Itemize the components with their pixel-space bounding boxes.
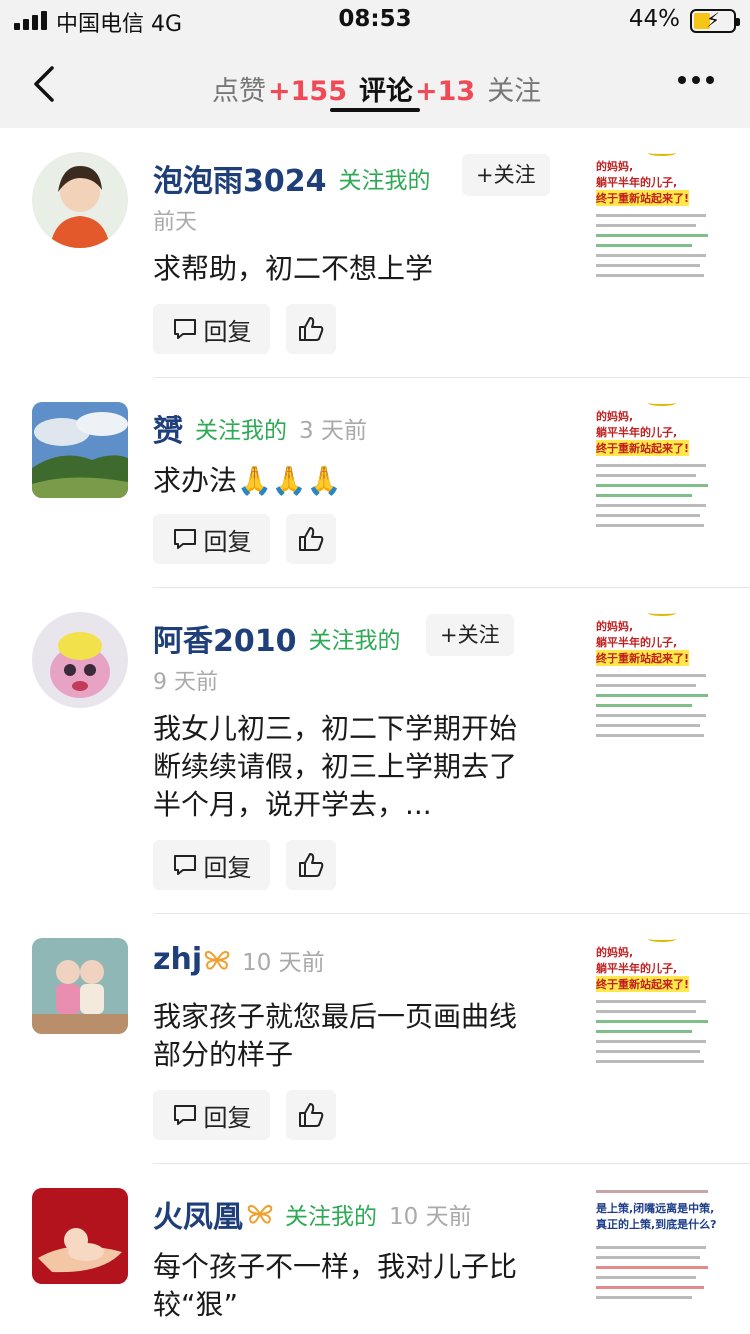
follows-me-badge: 关注我的	[308, 628, 401, 654]
comment-time: 9 天前	[153, 670, 218, 695]
video-thumbnail[interactable]: 的妈妈, 躺平半年的儿子, 终于重新站起来了!	[590, 936, 720, 1071]
reply-button[interactable]: 回复	[153, 304, 270, 354]
username[interactable]: 赟	[153, 406, 183, 450]
reply-label: 回复	[203, 1103, 252, 1132]
more-icon[interactable]	[672, 76, 714, 84]
comment-text: 求帮助，初二不想上学	[153, 252, 434, 285]
like-button[interactable]	[286, 1090, 336, 1140]
like-button[interactable]	[286, 514, 336, 564]
username[interactable]: zhj	[153, 942, 202, 977]
comment-time: 前天	[153, 210, 198, 235]
follow-button[interactable]: +关注	[462, 154, 550, 196]
username[interactable]: 火凤凰	[153, 1192, 243, 1236]
top-nav: 点赞 +155 评论 +13 关注	[0, 42, 750, 128]
reply-button[interactable]: 回复	[153, 514, 270, 564]
butterfly-icon	[204, 950, 230, 970]
video-thumbnail[interactable]: 的妈妈, 躺平半年的儿子, 终于重新站起来了!	[590, 150, 720, 285]
avatar[interactable]	[32, 1188, 128, 1284]
video-thumbnail[interactable]: 的妈妈, 躺平半年的儿子, 终于重新站起来了!	[590, 610, 720, 745]
follow-button[interactable]: +关注	[426, 614, 514, 656]
username[interactable]: 阿香2010	[153, 616, 297, 660]
reply-label: 回复	[203, 527, 252, 556]
comment-bubble-icon	[173, 855, 196, 875]
comment-text: 我女儿初三，初二下学期开始断续续请假，初三上学期去了半个月，说开学去，...	[153, 712, 518, 821]
battery-percent: 44%	[628, 6, 680, 32]
reply-button[interactable]: 回复	[153, 840, 270, 890]
avatar[interactable]	[32, 152, 128, 248]
follows-me-badge: 关注我的	[285, 1204, 377, 1230]
tab-follows[interactable]: 关注	[487, 69, 541, 108]
avatar[interactable]	[32, 402, 128, 498]
comment-bubble-icon	[173, 1105, 196, 1125]
avatar[interactable]	[32, 938, 128, 1034]
active-tab-indicator	[330, 108, 420, 112]
comment-text: 我家孩子就您最后一页画曲线部分的样子	[153, 1000, 518, 1071]
butterfly-icon	[247, 1204, 273, 1224]
thumbs-up-icon	[299, 317, 324, 341]
status-bar: 中国电信 4G 08:53 44% ⚡	[0, 0, 750, 42]
video-thumbnail[interactable]: 是上策,闭嘴远离是中策, 真正的上策,到底是什么?	[590, 1186, 720, 1326]
comment-bubble-icon	[173, 319, 196, 339]
reply-button[interactable]: 回复	[153, 1090, 270, 1140]
tab-bar: 点赞 +155 评论 +13 关注	[212, 68, 553, 108]
follows-me-badge: 关注我的	[338, 168, 431, 194]
comment-time: 3 天前	[299, 418, 367, 444]
battery-icon: ⚡	[690, 8, 740, 33]
avatar[interactable]	[32, 612, 128, 708]
comment-bubble-icon	[173, 529, 196, 549]
username[interactable]: 泡泡雨3024	[153, 156, 327, 200]
comment-time: 10 天前	[389, 1204, 472, 1230]
comment-text: 求办法🙏🙏🙏	[153, 464, 342, 497]
thumbs-up-icon	[299, 1103, 324, 1127]
comment-time: 10 天前	[242, 949, 325, 976]
tab-likes[interactable]: 点赞 +155	[212, 69, 347, 108]
back-arrow-icon[interactable]	[28, 64, 64, 104]
video-thumbnail[interactable]: 的妈妈, 躺平半年的儿子, 终于重新站起来了!	[590, 400, 720, 535]
tab-comments[interactable]: 评论 +13	[359, 69, 475, 108]
like-button[interactable]	[286, 304, 336, 354]
comment-text: 每个孩子不一样，我对儿子比较“狠”	[153, 1250, 518, 1321]
reply-label: 回复	[203, 853, 252, 882]
like-button[interactable]	[286, 840, 336, 890]
thumbs-up-icon	[299, 853, 324, 877]
thumbs-up-icon	[299, 527, 324, 551]
reply-label: 回复	[203, 317, 252, 346]
follows-me-badge: 关注我的	[195, 418, 287, 444]
